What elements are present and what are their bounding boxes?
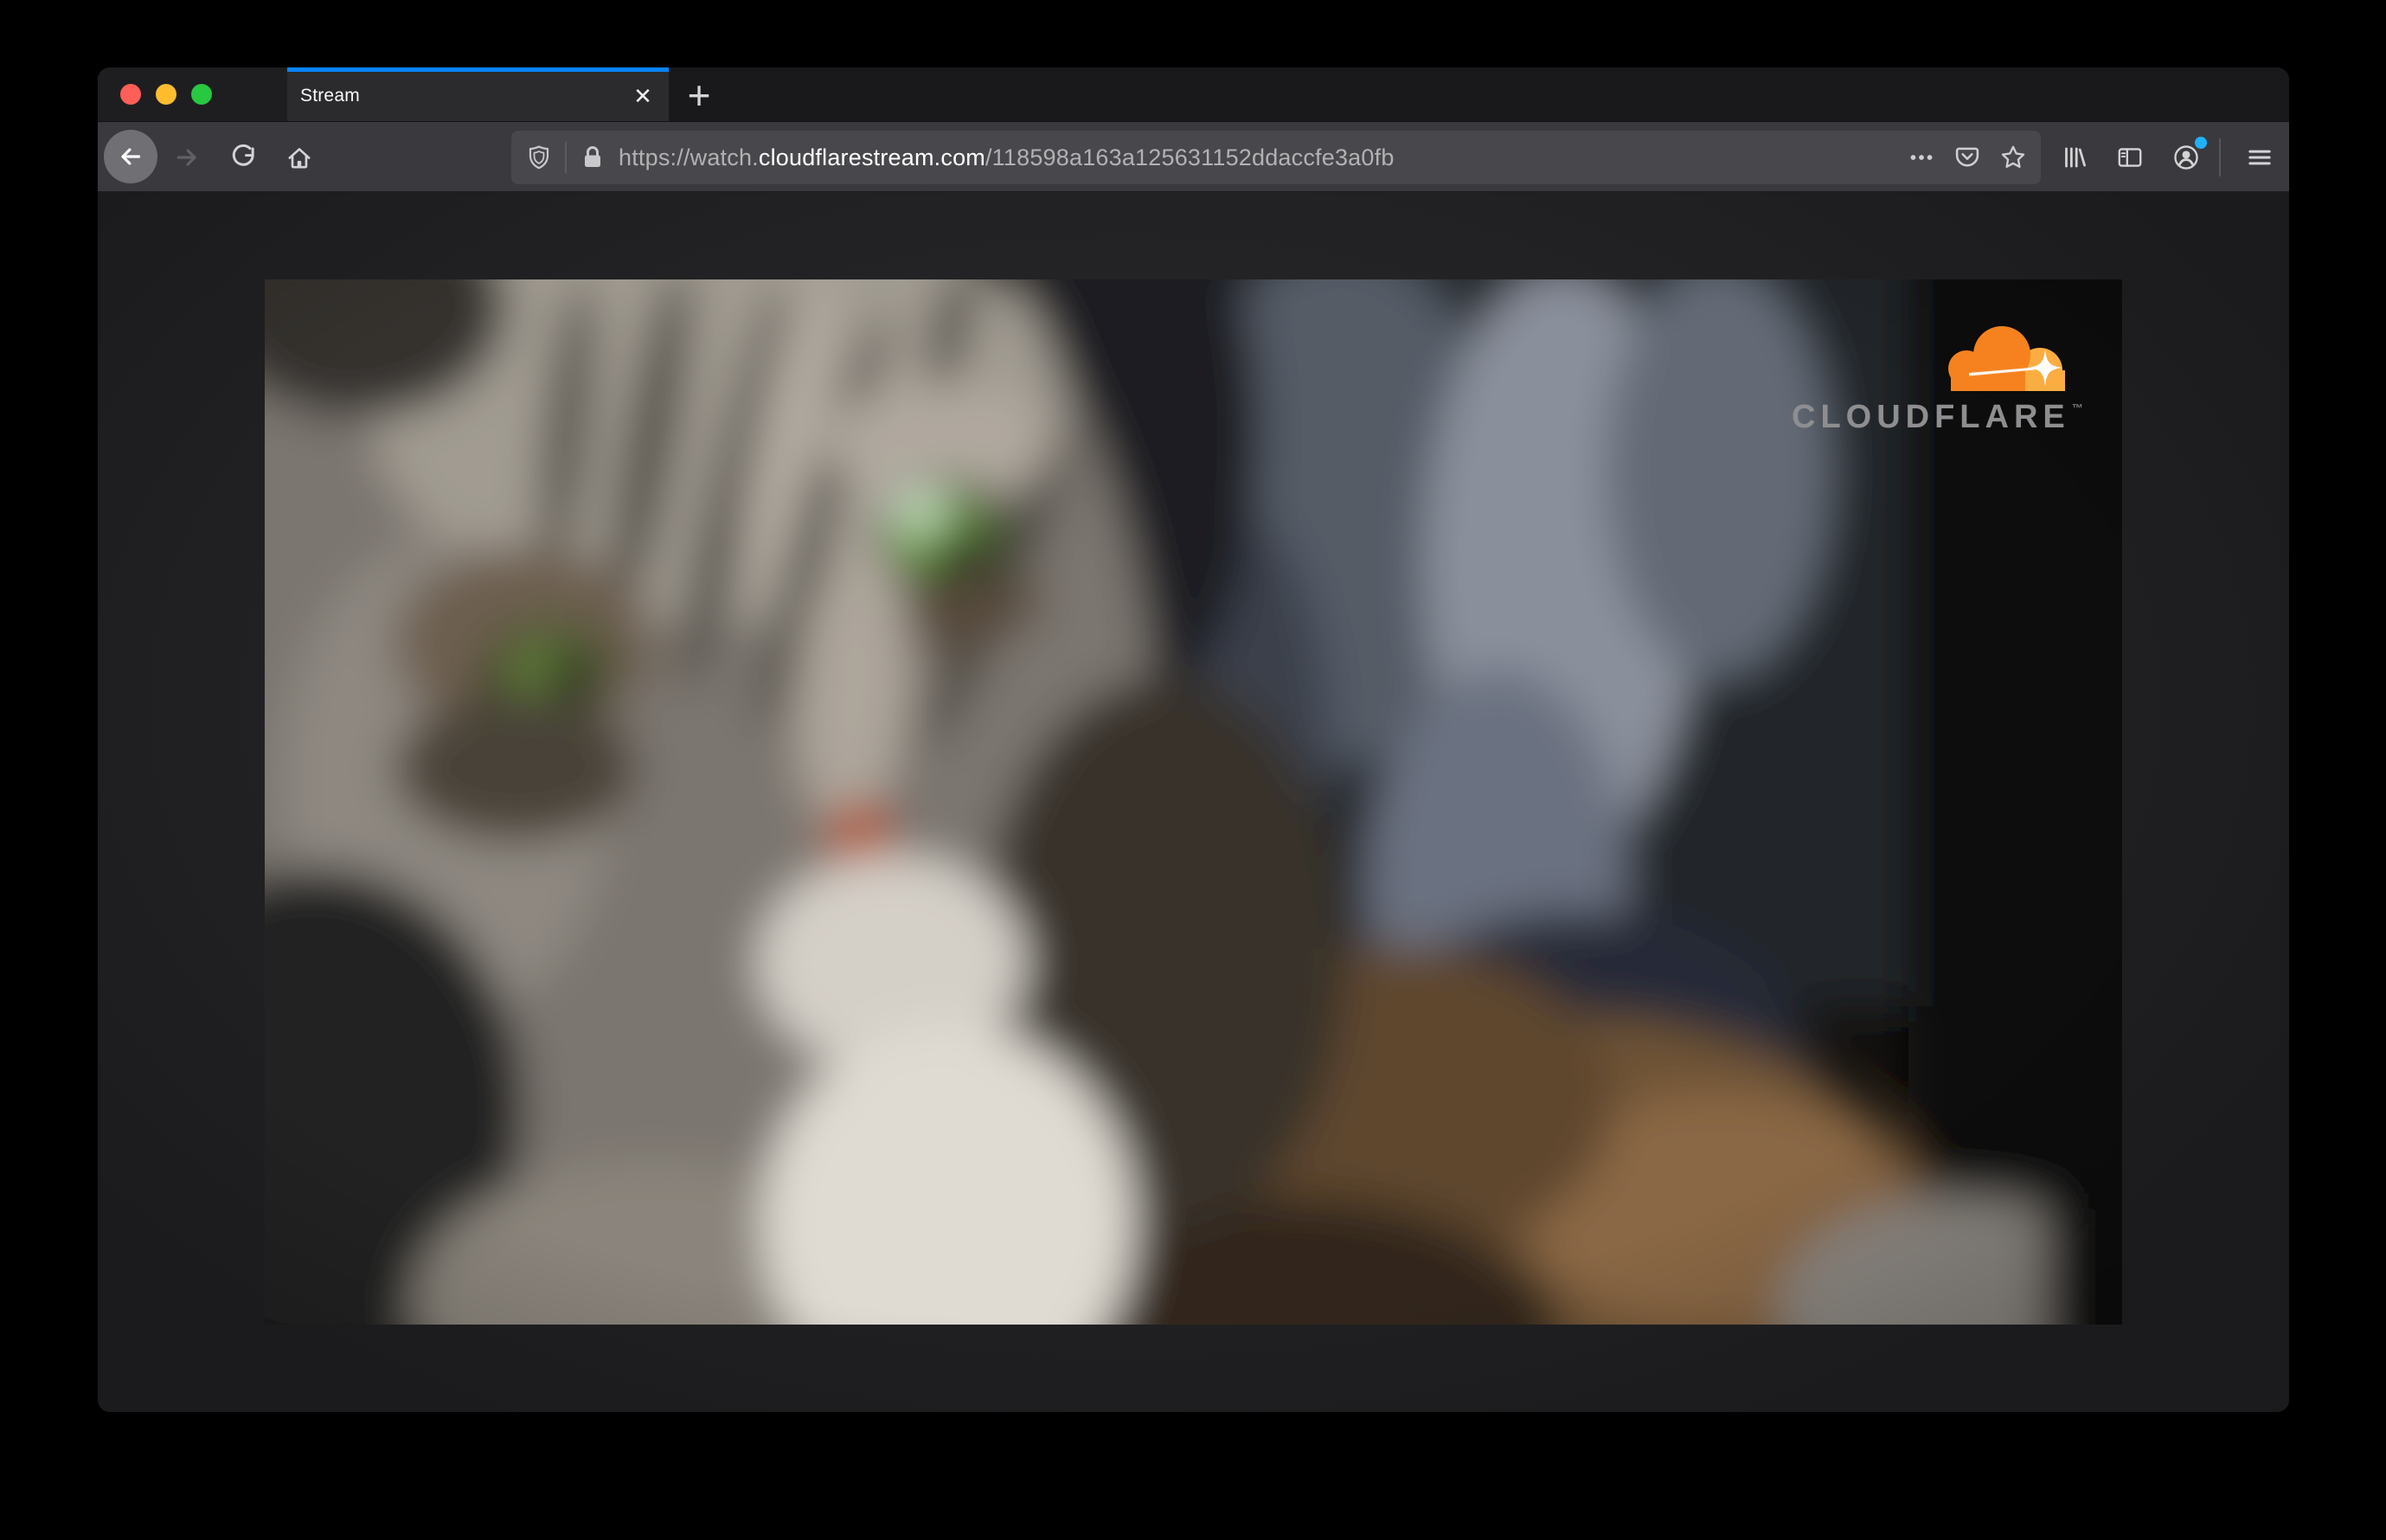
forward-icon <box>172 143 202 172</box>
window-minimize-button[interactable] <box>156 84 176 105</box>
menu-button[interactable] <box>2235 133 2284 182</box>
video-player[interactable]: CLOUDFLARE ™ <box>265 279 2122 1325</box>
url-path: /118598a163a125631152ddaccfe3a0fb <box>985 144 1395 170</box>
account-notification-dot <box>2195 137 2207 149</box>
bookmark-star-icon[interactable] <box>1994 138 2032 176</box>
trademark-symbol: ™ <box>2071 401 2083 414</box>
tab-stream[interactable]: Stream ✕ <box>287 67 669 121</box>
new-tab-button[interactable]: + <box>669 67 729 121</box>
toolbar-divider <box>2219 138 2221 176</box>
urlbar-divider <box>565 142 567 173</box>
home-button[interactable] <box>275 133 324 182</box>
reload-button[interactable] <box>219 133 267 182</box>
tab-bar: Stream ✕ + <box>98 67 2289 121</box>
window-controls <box>98 67 287 121</box>
reload-icon <box>228 143 258 172</box>
sidebar-icon <box>2115 143 2145 172</box>
forward-button[interactable] <box>163 133 211 182</box>
url-domain: cloudflarestream.com <box>758 144 985 170</box>
tab-close-icon[interactable]: ✕ <box>627 67 658 121</box>
window-zoom-button[interactable] <box>191 84 212 105</box>
connection-secure-lock-icon[interactable] <box>577 138 608 176</box>
cloudflare-logo: CLOUDFLARE ™ <box>1792 323 2090 440</box>
navigation-toolbar: https://watch.cloudflarestream.com/11859… <box>98 121 2289 192</box>
url-bar[interactable]: https://watch.cloudflarestream.com/11859… <box>511 131 2041 184</box>
account-button[interactable] <box>2162 133 2210 182</box>
page-content: CLOUDFLARE ™ <box>98 192 2289 1412</box>
cloudflare-cloud-icon <box>1938 323 2076 395</box>
cloudflare-wordmark-text: CLOUDFLARE <box>1792 399 2070 435</box>
url-text: https://watch.cloudflarestream.com/11859… <box>619 144 1395 171</box>
back-button[interactable] <box>104 130 157 183</box>
browser-window: Stream ✕ + https://watch.cloudflarestrea… <box>98 67 2289 1412</box>
home-icon <box>285 143 314 172</box>
library-icon <box>2059 143 2088 172</box>
pocket-icon[interactable] <box>1948 138 1986 176</box>
active-tab-accent-stripe <box>287 67 669 72</box>
window-close-button[interactable] <box>120 84 141 105</box>
back-icon <box>116 142 145 171</box>
url-scheme: https://watch. <box>619 144 759 170</box>
library-button[interactable] <box>2049 133 2098 182</box>
hamburger-menu-icon <box>2245 143 2274 172</box>
sidebar-button[interactable] <box>2106 133 2154 182</box>
page-actions-icon[interactable] <box>1902 138 1940 176</box>
tab-title: Stream <box>300 86 360 106</box>
cloudflare-wordmark: CLOUDFLARE ™ <box>1792 399 2083 436</box>
tracking-protection-shield-icon[interactable] <box>523 138 555 176</box>
